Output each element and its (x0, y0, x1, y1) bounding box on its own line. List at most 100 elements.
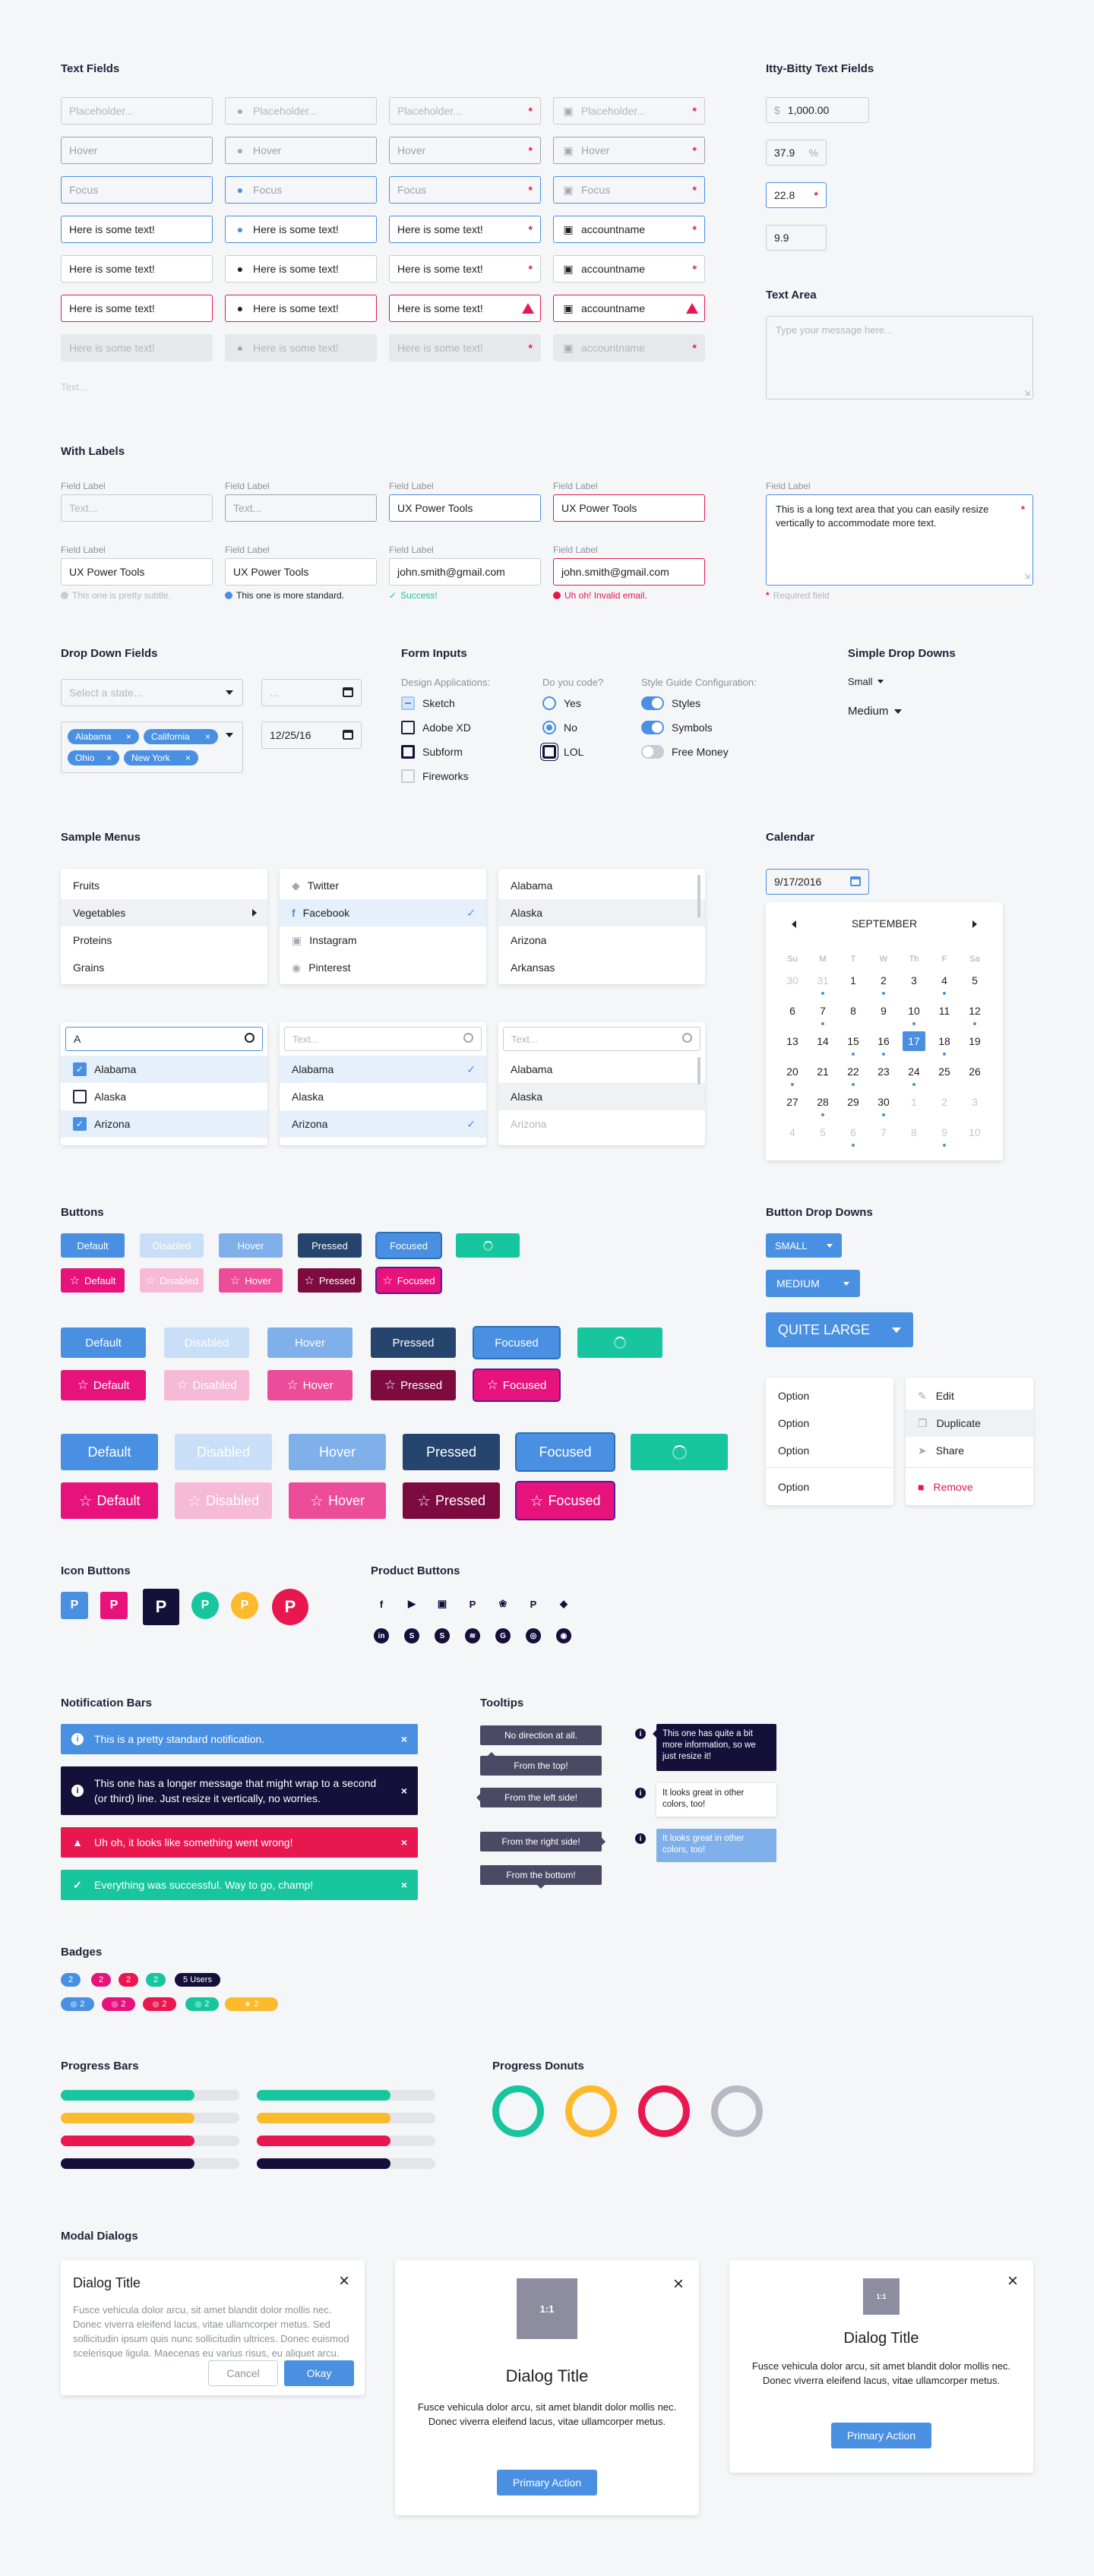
close-icon[interactable]: × (205, 731, 210, 742)
radio-yes[interactable]: Yes (542, 696, 581, 710)
calendar-day[interactable]: 24 (903, 1062, 925, 1081)
tag-chip[interactable]: Ohio × (68, 750, 119, 766)
icon-button-round-yellow[interactable]: P (231, 1592, 258, 1619)
close-icon[interactable]: × (1007, 2271, 1018, 2292)
icon-button-square-blue[interactable]: P (61, 1592, 88, 1619)
text-field-filled-focus[interactable]: Here is some text! (61, 216, 213, 243)
menu-item-share[interactable]: ➤ Share (906, 1437, 1033, 1464)
product-button-spotify[interactable]: ≋ (462, 1625, 483, 1646)
calendar-day[interactable]: 25 (933, 1062, 956, 1081)
labeled-field-subtle[interactable]: UX Power Tools (61, 558, 213, 586)
resize-handle-icon[interactable]: ⇲ (1024, 390, 1030, 398)
primary-action-button[interactable]: Primary Action (497, 2470, 597, 2496)
product-button-paypal[interactable]: P (462, 1593, 483, 1615)
text-field-error-user[interactable]: ● Here is some text! (225, 295, 377, 322)
simple-dropdown-medium[interactable]: Medium (848, 705, 903, 718)
menu-item[interactable]: Proteins (61, 927, 267, 954)
text-field-hover-instagram[interactable]: ▣ Hover * (553, 137, 705, 164)
product-button-facebook[interactable]: f (371, 1593, 392, 1615)
product-button-skype[interactable]: S (401, 1625, 422, 1646)
icon-button-round-red[interactable]: P (272, 1589, 308, 1625)
labeled-text-area[interactable]: This is a long text area that you can ea… (766, 494, 1033, 586)
calendar-day[interactable]: 7 (811, 1001, 834, 1021)
product-button-twitter[interactable]: ◆ (553, 1593, 574, 1615)
labeled-field-standard[interactable]: UX Power Tools (225, 558, 377, 586)
calendar-day[interactable]: 14 (811, 1031, 834, 1051)
product-button-youtube[interactable]: ▶ (401, 1593, 422, 1615)
menu-item-checked[interactable]: ✓ Alabama (61, 1056, 267, 1083)
scrollbar[interactable] (697, 875, 700, 917)
resize-handle-icon[interactable]: ⇲ (1024, 570, 1030, 584)
calendar-day[interactable]: 19 (963, 1031, 986, 1051)
next-month-icon[interactable] (972, 920, 977, 928)
dropdown-button-large[interactable]: QUITE LARGE (766, 1312, 913, 1347)
text-field-focus[interactable]: Focus (61, 176, 213, 204)
itty-field-currency[interactable]: $1,000.00 (766, 97, 869, 123)
toggle-symbols[interactable]: Symbols (641, 721, 713, 734)
itty-field-plain[interactable]: 9.9 (766, 225, 827, 251)
menu-item[interactable]: Alaska (280, 1083, 486, 1110)
labeled-field-error[interactable]: UX Power Tools (553, 494, 705, 522)
button-pink-focused[interactable]: ☆ Focused (517, 1482, 614, 1519)
toggle-free-money[interactable]: Free Money (641, 745, 729, 759)
button-blue-default[interactable]: Default (61, 1327, 146, 1358)
text-field-filled-user[interactable]: ● Here is some text! (225, 255, 377, 283)
calendar-day[interactable]: 6 (781, 1001, 804, 1021)
calendar-day[interactable]: 11 (933, 1001, 956, 1021)
close-icon[interactable]: × (126, 731, 131, 742)
menu-item-hover[interactable]: Alaska (498, 1083, 705, 1110)
calendar-day[interactable]: 22 (842, 1062, 865, 1081)
labeled-field-focus[interactable]: UX Power Tools (389, 494, 541, 522)
primary-action-button[interactable]: Primary Action (831, 2423, 931, 2448)
text-field-error[interactable]: Here is some text! (61, 295, 213, 322)
text-field-error-instagram[interactable]: ▣ accountname (553, 295, 705, 322)
text-field-placeholder-instagram[interactable]: ▣ Placeholder... * (553, 97, 705, 125)
info-icon[interactable]: i (635, 1788, 646, 1798)
icon-button-square-pink[interactable]: P (100, 1592, 128, 1619)
checkbox-sketch[interactable]: Sketch (401, 696, 455, 710)
product-button-dribbble[interactable]: ◎ (523, 1625, 544, 1646)
text-field-focus-instagram[interactable]: ▣ Focus * (553, 176, 705, 204)
calendar-day[interactable]: 8 (842, 1001, 865, 1021)
menu-item-remove[interactable]: ■ Remove (906, 1473, 1033, 1501)
text-field-placeholder-user[interactable]: ● Placeholder... (225, 97, 377, 125)
button-pink-hover[interactable]: ☆ Hover (267, 1370, 353, 1400)
calendar-day[interactable]: 9 (872, 1001, 895, 1021)
menu-item[interactable]: Arkansas (498, 954, 705, 981)
product-button-linkedin[interactable]: in (371, 1625, 392, 1646)
text-field-filled-instagram[interactable]: ▣ accountname * (553, 255, 705, 283)
button-pink-pressed[interactable]: ☆ Pressed (298, 1268, 362, 1293)
calendar-day[interactable]: 28 (811, 1092, 834, 1112)
button-blue-pressed[interactable]: Pressed (371, 1327, 456, 1358)
calendar-day[interactable]: 3 (903, 971, 925, 990)
menu-item-submenu[interactable]: Vegetables (61, 899, 267, 927)
calendar-day[interactable]: 12 (963, 1001, 986, 1021)
button-pink-focused[interactable]: ☆ Focused (377, 1268, 441, 1293)
search-input[interactable]: A (65, 1027, 263, 1051)
text-field-filled-required[interactable]: Here is some text! * (389, 255, 541, 283)
icon-button-round-green[interactable]: P (191, 1592, 219, 1619)
calendar-input[interactable]: 9/17/2016 (766, 869, 869, 895)
menu-item-selected[interactable]: Alabama ✓ (280, 1056, 486, 1083)
menu-item[interactable]: Alabama (498, 1056, 705, 1083)
button-pink-default[interactable]: ☆ Default (61, 1370, 146, 1400)
info-icon[interactable]: i (635, 1728, 646, 1739)
close-icon[interactable]: × (401, 1836, 407, 1848)
radio-no[interactable]: No (542, 721, 577, 734)
checkbox-subform[interactable]: Subform (401, 745, 463, 759)
date-picker-empty[interactable]: ... (261, 679, 362, 706)
calendar-day[interactable]: 4 (933, 971, 956, 990)
button-blue-default[interactable]: Default (61, 1434, 158, 1470)
text-field-filled-focus-instagram[interactable]: ▣ accountname * (553, 216, 705, 243)
calendar-day-selected[interactable]: 17 (903, 1031, 925, 1051)
labeled-field-success[interactable]: john.smith@gmail.com (389, 558, 541, 586)
product-button-snapchat[interactable]: ❀ (492, 1593, 514, 1615)
text-area[interactable]: Type your message here... ⇲ (766, 316, 1033, 399)
menu-item[interactable]: Option (766, 1473, 893, 1501)
menu-item-hover[interactable]: Alaska (498, 899, 705, 927)
simple-dropdown-small[interactable]: Small (848, 676, 884, 687)
menu-item[interactable]: ▣ Instagram (280, 927, 486, 954)
product-button-skype-alt[interactable]: S (432, 1625, 453, 1646)
close-icon[interactable]: × (401, 1783, 407, 1798)
calendar-day[interactable]: 20 (781, 1062, 804, 1081)
